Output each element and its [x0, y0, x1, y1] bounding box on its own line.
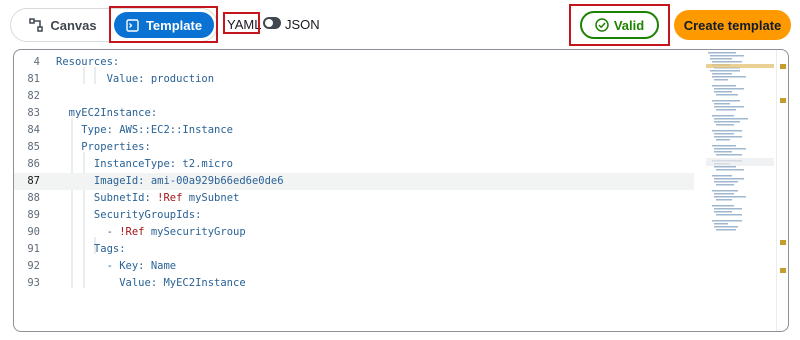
yaml-label: YAML: [227, 17, 262, 32]
code-line-81: 81 Value: production: [27, 73, 215, 85]
code-lines: 4 Resources: 81 Value: production 82 83 m…: [14, 54, 694, 292]
toggle-knob: [265, 19, 273, 27]
valid-button[interactable]: Valid: [580, 11, 659, 39]
template-icon: [126, 18, 139, 32]
code-line-85: 85 Properties:: [27, 141, 151, 153]
code-line-84: 84 Type: AWS::EC2::Instance: [27, 124, 234, 136]
view-mode-switcher: Canvas Template: [10, 8, 218, 42]
canvas-icon: [29, 18, 44, 32]
format-toggle[interactable]: [263, 17, 281, 29]
code-editor[interactable]: 4 Resources: 81 Value: production 82 83 m…: [13, 49, 789, 332]
code-line-83: 83 myEC2Instance:: [27, 107, 158, 119]
code-line-91: 91 Tags:: [27, 243, 126, 255]
code-line-4: 4 Resources:: [33, 56, 120, 68]
vertical-scrollbar[interactable]: [776, 50, 788, 331]
code-line-90: 90 - !Ref mySecurityGroup: [27, 226, 246, 238]
code-line-92: 92 - Key: Name: [27, 260, 177, 272]
create-template-button[interactable]: Create template: [674, 10, 791, 40]
template-tab-label: Template: [145, 17, 203, 33]
code-line-89: 89 SecurityGroupIds:: [27, 209, 202, 221]
valid-button-label: Valid: [613, 17, 645, 33]
check-circle-icon: [595, 18, 609, 32]
code-line-82: 82: [27, 90, 40, 102]
template-tab[interactable]: Template: [114, 12, 214, 38]
code-line-88: 88 SubnetId: !Ref mySubnet: [27, 192, 240, 204]
code-line-86: 86 InstanceType: t2.micro: [27, 158, 234, 170]
scrollbar-marker: [780, 268, 786, 273]
scrollbar-marker: [780, 98, 786, 103]
canvas-tab[interactable]: Canvas: [17, 12, 109, 38]
canvas-tab-label: Canvas: [50, 17, 97, 33]
scrollbar-marker: [780, 240, 786, 245]
code-line-93: 93 Value: MyEC2Instance: [27, 277, 246, 289]
json-label: JSON: [285, 17, 320, 32]
code-line-87-active: 87 ImageId: ami-00a929b66ed6e0de6: [14, 173, 694, 190]
code-minimap: [706, 52, 774, 231]
scrollbar-marker: [780, 64, 786, 69]
